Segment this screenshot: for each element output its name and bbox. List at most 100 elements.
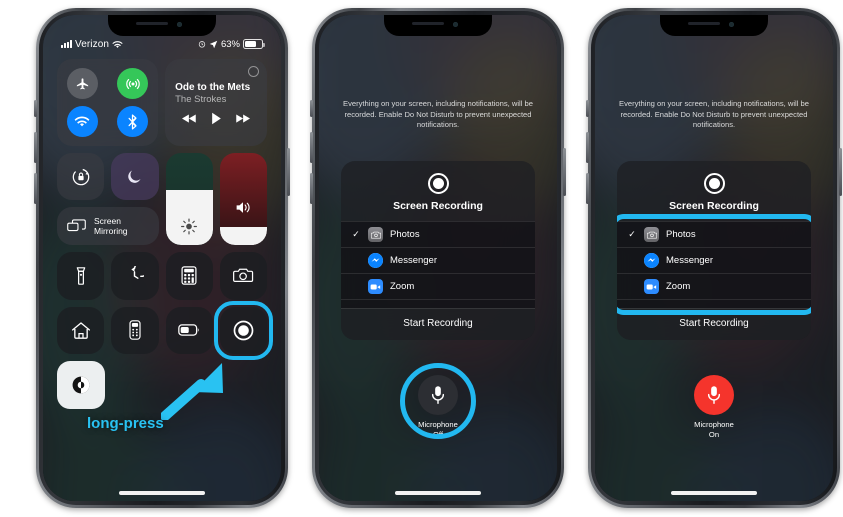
microphone-toggle-button[interactable]: [694, 375, 734, 415]
phone-1-screen: Verizon 63% Ode to the Mets The Strokes …: [43, 15, 281, 501]
volume-up-button[interactable]: [310, 132, 313, 163]
camera-button[interactable]: [219, 252, 267, 300]
long-press-annotation: long-press: [87, 415, 164, 432]
home-indicator[interactable]: [395, 491, 481, 495]
location-arrow-icon: [209, 40, 218, 49]
screen-mirroring-button[interactable]: Screen Mirroring: [57, 207, 159, 246]
app-row-partial[interactable]: [617, 299, 811, 308]
flashlight-button[interactable]: [57, 252, 105, 300]
earpiece-speaker-icon: [688, 22, 720, 25]
power-button[interactable]: [287, 148, 290, 196]
checkmark-icon: ✓: [352, 229, 360, 239]
photos-icon: [368, 227, 383, 242]
timer-button[interactable]: [111, 252, 159, 300]
destination-app-list: ✓ Photos Messenger Zoom: [341, 221, 535, 308]
now-playing-tile[interactable]: Ode to the Mets The Strokes: [165, 59, 267, 146]
wifi-button[interactable]: [66, 106, 98, 137]
volume-down-button[interactable]: [586, 173, 589, 204]
calculator-button[interactable]: [165, 252, 213, 300]
brightness-slider[interactable]: [165, 153, 213, 246]
cellular-data-button[interactable]: [117, 68, 149, 99]
dark-mode-icon: [72, 376, 90, 394]
earpiece-speaker-icon: [136, 22, 168, 25]
long-press-arrow-icon: [161, 363, 223, 420]
bluetooth-button[interactable]: [117, 106, 149, 137]
track-title: Ode to the Mets: [175, 81, 251, 93]
status-bar: Verizon 63%: [43, 35, 281, 53]
app-row-messenger[interactable]: Messenger: [341, 247, 535, 273]
record-icon: [703, 173, 725, 194]
phone-1-screen-container: Verizon 63% Ode to the Mets The Strokes …: [43, 15, 281, 501]
zoom-icon: [368, 279, 383, 294]
battery-icon: [243, 39, 265, 49]
battery-percent-label: 63%: [220, 38, 240, 50]
screen-mirroring-label: Screen Mirroring: [94, 216, 128, 237]
app-label: Zoom: [666, 281, 691, 292]
notch: [660, 15, 768, 36]
connectivity-tile: [57, 59, 159, 146]
cellular-bars-icon: [61, 40, 72, 48]
earpiece-speaker-icon: [412, 22, 444, 25]
notch: [108, 15, 216, 36]
home-indicator[interactable]: [119, 491, 205, 495]
phone-3-screen-container: Everything on your screen, including not…: [595, 15, 833, 501]
mute-switch[interactable]: [34, 100, 37, 117]
rewind-icon[interactable]: [181, 113, 197, 124]
screen-mirroring-icon: [67, 219, 86, 234]
airplane-mode-button[interactable]: [66, 68, 98, 99]
start-recording-button[interactable]: Start Recording: [341, 308, 535, 340]
app-label: Messenger: [390, 255, 437, 266]
sheet-header: Screen Recording: [341, 161, 535, 221]
phone-3-screen: Everything on your screen, including not…: [595, 15, 833, 501]
app-row-photos[interactable]: ✓ Photos: [617, 221, 811, 247]
mute-switch[interactable]: [310, 100, 313, 117]
screen-recording-sheet: Screen Recording ✓ Photos Messenger Zoom…: [341, 161, 535, 340]
dark-mode-button[interactable]: [57, 360, 105, 409]
cc-middle-row: Screen Mirroring: [57, 153, 267, 246]
do-not-disturb-button[interactable]: [111, 153, 159, 201]
app-row-photos[interactable]: ✓ Photos: [341, 221, 535, 247]
mute-switch[interactable]: [586, 100, 589, 117]
low-power-mode-button[interactable]: [165, 306, 213, 354]
checkmark-icon: ✓: [628, 229, 636, 239]
front-camera-icon: [177, 22, 182, 27]
app-row-zoom[interactable]: Zoom: [341, 273, 535, 299]
highlight-ring-microphone: [400, 363, 476, 439]
home-button[interactable]: [57, 306, 105, 354]
sliders-group: [165, 153, 267, 246]
rotation-lock-button[interactable]: [57, 153, 105, 201]
start-recording-button[interactable]: Start Recording: [617, 308, 811, 340]
app-row-zoom[interactable]: Zoom: [617, 273, 811, 299]
app-row-partial[interactable]: [341, 299, 535, 308]
apple-tv-remote-button[interactable]: [111, 306, 159, 354]
notch: [384, 15, 492, 36]
home-indicator[interactable]: [671, 491, 757, 495]
phone-1: Verizon 63% Ode to the Mets The Strokes …: [34, 8, 290, 508]
microphone-icon: [707, 386, 721, 404]
app-row-messenger[interactable]: Messenger: [617, 247, 811, 273]
phone-3: Everything on your screen, including not…: [586, 8, 842, 508]
sheet-title: Screen Recording: [393, 200, 483, 212]
play-icon[interactable]: [211, 112, 222, 125]
power-button[interactable]: [839, 148, 842, 196]
recording-notice: Everything on your screen, including not…: [619, 99, 809, 129]
volume-down-button[interactable]: [310, 173, 313, 204]
volume-up-button[interactable]: [586, 132, 589, 163]
volume-up-button[interactable]: [34, 132, 37, 163]
app-label: Photos: [666, 229, 696, 240]
volume-slider[interactable]: [219, 153, 267, 246]
messenger-icon: [644, 253, 659, 268]
microphone-control[interactable]: Microphone Off: [383, 363, 493, 439]
photos-icon: [644, 227, 659, 242]
power-button[interactable]: [563, 148, 566, 196]
microphone-label-line2: On: [708, 429, 720, 439]
app-label: Zoom: [390, 281, 415, 292]
speaker-icon: [235, 200, 252, 215]
microphone-control[interactable]: Microphone On: [659, 375, 769, 439]
volume-down-button[interactable]: [34, 173, 37, 204]
screen-recording-button[interactable]: [213, 300, 273, 360]
fast-forward-icon[interactable]: [235, 113, 251, 124]
airplay-icon[interactable]: [248, 66, 259, 77]
front-camera-icon: [453, 22, 458, 27]
app-label: Messenger: [666, 255, 713, 266]
